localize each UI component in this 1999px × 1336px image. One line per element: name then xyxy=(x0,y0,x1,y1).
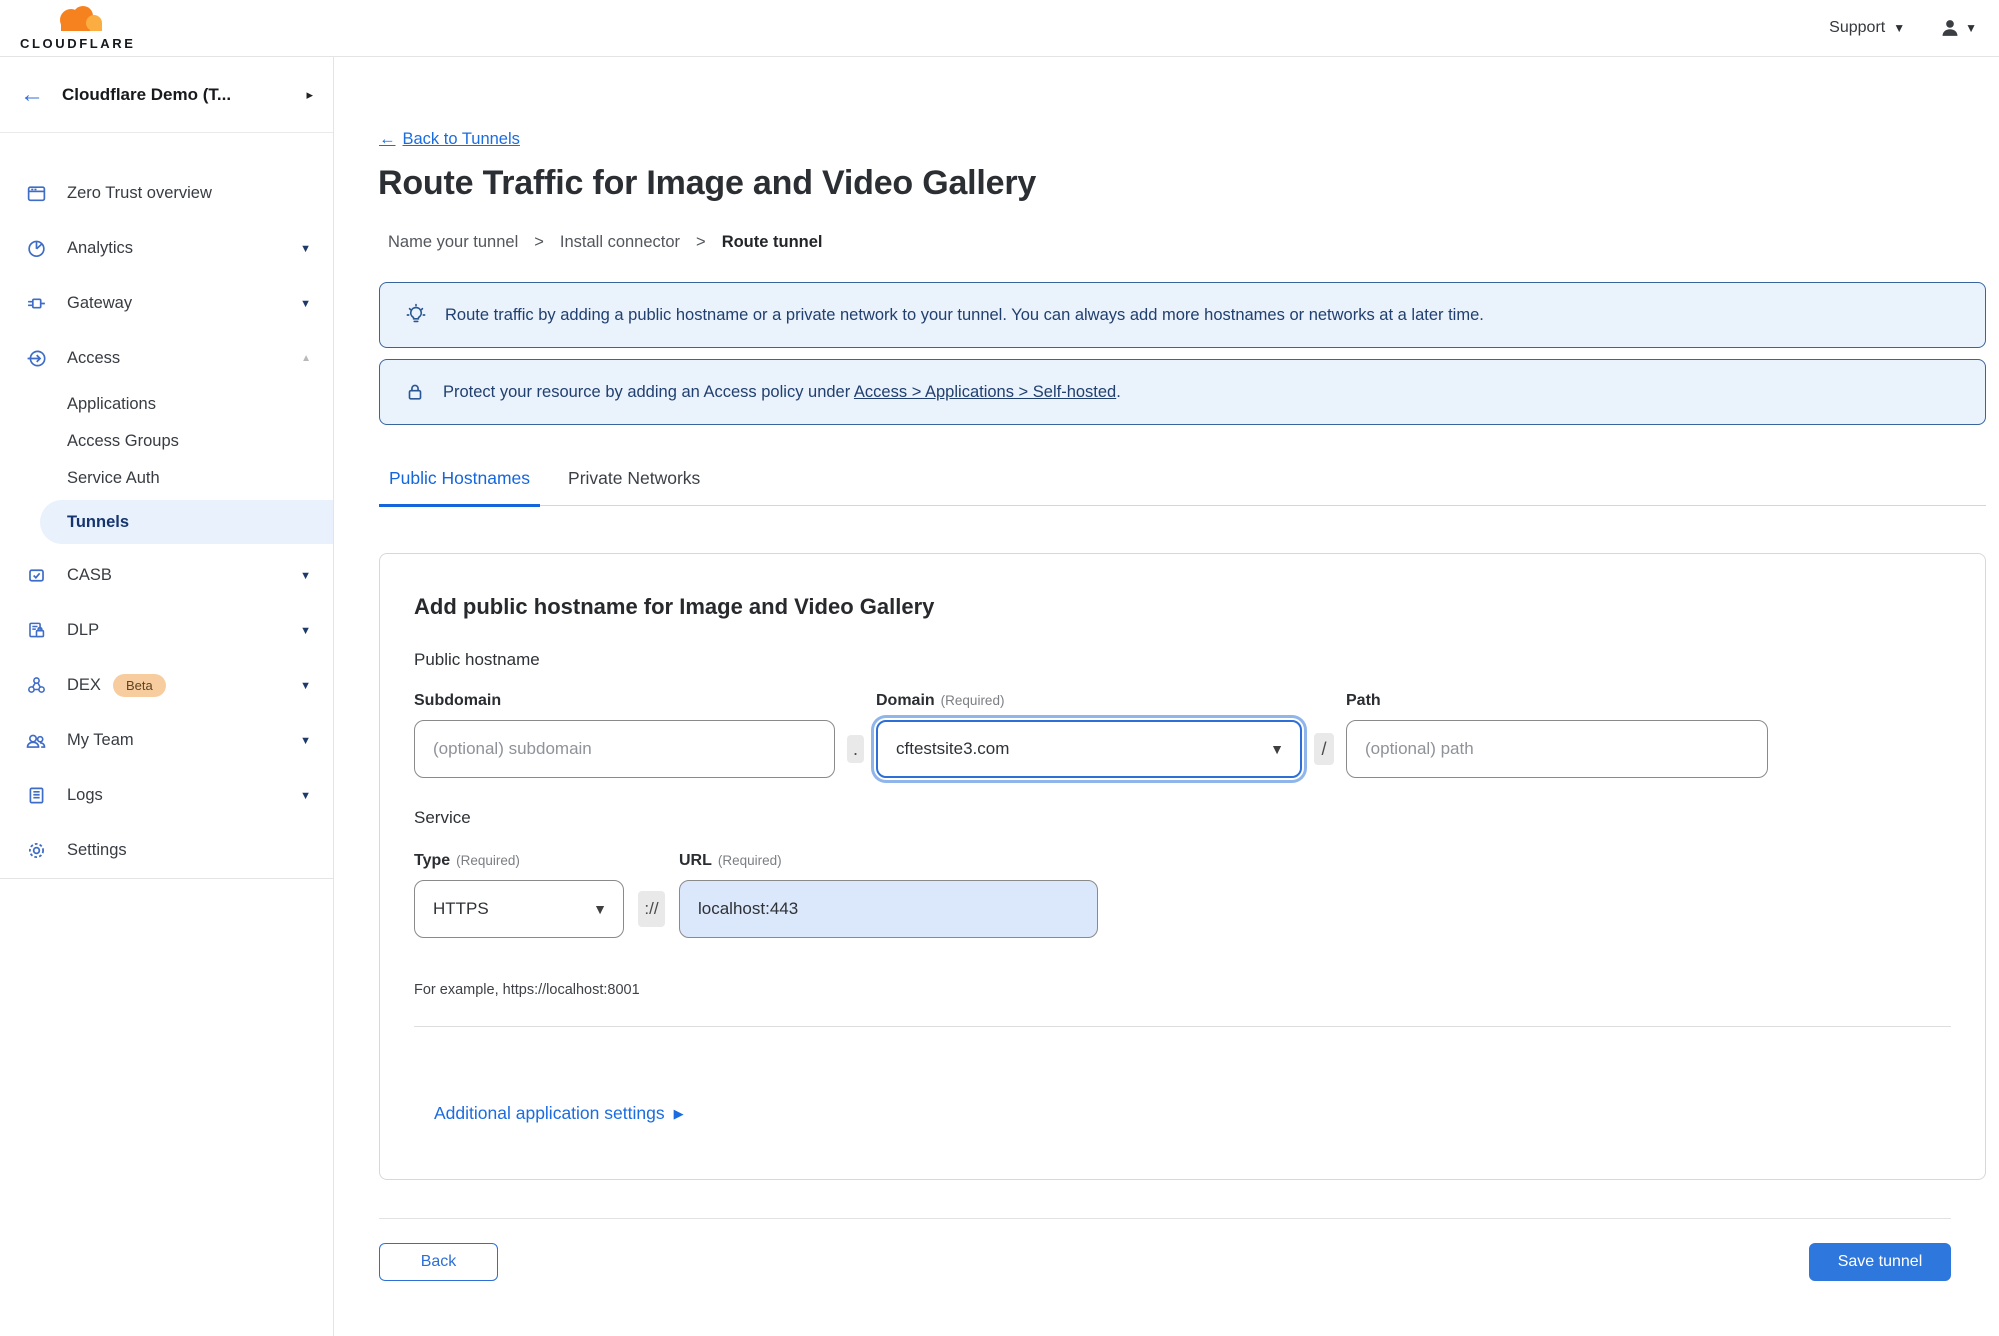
dex-icon xyxy=(25,675,47,696)
sidebar-item-my-team[interactable]: My Team ▼ xyxy=(0,713,333,768)
beta-badge: Beta xyxy=(112,674,166,697)
step-route-tunnel: Route tunnel xyxy=(721,233,823,251)
footer-divider xyxy=(379,1218,1951,1219)
gateway-icon xyxy=(25,293,47,314)
top-bar: CLOUDFLARE Support ▼ ▼ xyxy=(0,0,1999,57)
route-traffic-tip-banner: Route traffic by adding a public hostnam… xyxy=(379,282,1986,348)
gear-icon xyxy=(25,840,47,861)
tab-private-networks[interactable]: Private Networks xyxy=(558,460,710,507)
tab-public-hostnames[interactable]: Public Hostnames xyxy=(379,460,541,507)
sidebar-item-dex[interactable]: DEX Beta ▼ xyxy=(0,658,333,713)
back-arrow-icon[interactable]: ← xyxy=(20,82,44,107)
access-applications-self-hosted-link[interactable]: Access > Applications > Self-hosted xyxy=(854,383,1116,401)
lightbulb-icon xyxy=(404,303,428,327)
chevron-right-icon: ▶ xyxy=(673,1105,684,1121)
overview-window-icon xyxy=(25,183,47,204)
lock-icon xyxy=(404,381,426,403)
footer-actions: Back Save tunnel xyxy=(379,1243,1951,1281)
additional-application-settings-toggle[interactable]: Additional application settings ▶ xyxy=(434,1103,684,1124)
path-input[interactable] xyxy=(1346,720,1768,778)
sidebar-nav: Zero Trust overview Analytics ▼ Gateway … xyxy=(0,133,333,878)
sidebar-item-dlp[interactable]: DLP ▼ xyxy=(0,603,333,658)
team-icon xyxy=(25,730,47,752)
account-name: Cloudflare Demo (T... xyxy=(62,84,232,104)
back-button[interactable]: Back xyxy=(379,1243,498,1281)
subdomain-label: Subdomain xyxy=(414,692,502,709)
access-policy-banner: Protect your resource by adding an Acces… xyxy=(379,359,1986,425)
chevron-down-icon: ▼ xyxy=(1893,21,1906,35)
chevron-down-icon: ▼ xyxy=(300,734,311,747)
sidebar-item-logs[interactable]: Logs ▼ xyxy=(0,768,333,823)
logs-icon xyxy=(25,785,47,806)
chevron-right-icon[interactable]: ▸ xyxy=(306,87,313,103)
sidebar-item-gateway[interactable]: Gateway ▼ xyxy=(0,276,333,331)
sidebar-item-casb[interactable]: CASB ▼ xyxy=(0,548,333,603)
chevron-down-icon: ▼ xyxy=(300,297,311,310)
wizard-steps: Name your tunnel > Install connector > R… xyxy=(388,233,823,252)
sidebar-item-settings[interactable]: Settings xyxy=(0,823,333,878)
access-icon xyxy=(25,348,47,369)
required-hint: (Required) xyxy=(717,853,782,868)
chevron-down-icon: ▼ xyxy=(300,242,311,255)
service-url-input[interactable] xyxy=(679,880,1098,938)
slash-separator: / xyxy=(1314,733,1334,765)
cloudflare-cloud-icon xyxy=(47,5,109,35)
sidebar-item-applications[interactable]: Applications xyxy=(0,386,333,423)
subdomain-input[interactable] xyxy=(414,720,835,778)
card-heading: Add public hostname for Image and Video … xyxy=(414,594,935,619)
chevron-down-icon: ▼ xyxy=(300,569,311,582)
dlp-icon xyxy=(25,620,47,641)
sidebar-item-tunnels[interactable]: Tunnels xyxy=(40,500,333,544)
sidebar-item-analytics[interactable]: Analytics ▼ xyxy=(0,221,333,276)
chevron-down-icon: ▼ xyxy=(300,679,311,692)
save-tunnel-button[interactable]: Save tunnel xyxy=(1809,1243,1951,1281)
step-install-connector[interactable]: Install connector xyxy=(560,233,680,252)
user-icon xyxy=(1939,17,1961,39)
type-label: Type (Required) xyxy=(414,852,520,869)
chevron-down-icon: ▼ xyxy=(1270,741,1284,757)
chevron-down-icon: ▼ xyxy=(593,901,607,917)
back-to-tunnels-link[interactable]: ← Back to Tunnels xyxy=(379,130,520,149)
url-example-hint: For example, https://localhost:8001 xyxy=(414,982,640,998)
dot-separator: . xyxy=(847,735,864,763)
sidebar-item-service-auth[interactable]: Service Auth xyxy=(0,460,333,497)
back-arrow-icon: ← xyxy=(379,130,396,148)
sidebar-header: ← Cloudflare Demo (T... ▸ xyxy=(0,57,333,133)
chevron-down-icon: ▼ xyxy=(300,624,311,637)
chevron-down-icon: ▼ xyxy=(300,789,311,802)
user-menu[interactable]: ▼ xyxy=(1939,17,1977,39)
step-name-your-tunnel[interactable]: Name your tunnel xyxy=(388,233,518,252)
required-hint: (Required) xyxy=(456,853,520,868)
sidebar-item-access-groups[interactable]: Access Groups xyxy=(0,423,333,460)
chevron-up-icon: ▲ xyxy=(301,353,311,364)
tab-bar: Public Hostnames Private Networks xyxy=(379,460,1986,507)
scheme-separator: :// xyxy=(638,891,665,927)
domain-label: Domain (Required) xyxy=(876,692,1005,709)
main-content: ← Back to Tunnels Route Traffic for Imag… xyxy=(334,57,1999,1336)
sidebar: ← Cloudflare Demo (T... ▸ Zero Trust ove… xyxy=(0,57,333,879)
card-divider xyxy=(414,1026,1951,1027)
chevron-down-icon: ▼ xyxy=(1965,21,1977,35)
casb-icon xyxy=(25,565,47,586)
url-label: URL (Required) xyxy=(679,852,782,869)
cloudflare-logo: CLOUDFLARE xyxy=(18,5,136,51)
analytics-pie-icon xyxy=(25,238,47,259)
public-hostname-group-label: Public hostname xyxy=(414,650,540,669)
path-label: Path xyxy=(1346,692,1381,709)
add-public-hostname-card: Add public hostname for Image and Video … xyxy=(379,553,1986,1180)
required-hint: (Required) xyxy=(940,693,1005,708)
access-subnav: Applications Access Groups Service Auth … xyxy=(0,386,333,544)
sidebar-item-access[interactable]: Access ▲ xyxy=(0,331,333,386)
service-group-label: Service xyxy=(414,808,471,827)
cloudflare-wordmark: CLOUDFLARE xyxy=(20,36,136,51)
support-menu[interactable]: Support ▼ xyxy=(1829,19,1905,37)
service-type-select[interactable]: HTTPS ▼ xyxy=(414,880,624,938)
page-title: Route Traffic for Image and Video Galler… xyxy=(378,164,1037,202)
domain-select[interactable]: cftestsite3.com ▼ xyxy=(876,720,1302,778)
sidebar-item-zero-trust-overview[interactable]: Zero Trust overview xyxy=(0,166,333,221)
